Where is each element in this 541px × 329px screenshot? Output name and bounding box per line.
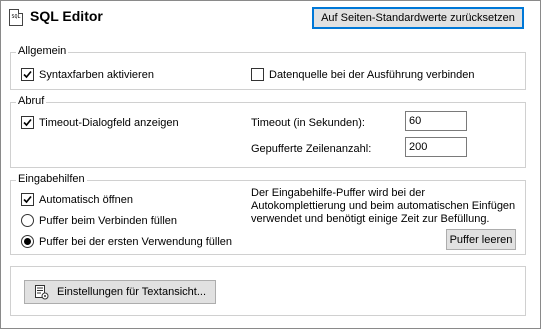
auto-open-checkbox[interactable]: [21, 193, 34, 206]
fill-on-first-use-label[interactable]: Puffer bei der ersten Verwendung füllen: [39, 236, 232, 248]
clear-buffer-button[interactable]: Puffer leeren: [446, 229, 516, 250]
timeout-dialog-checkbox[interactable]: [21, 116, 34, 129]
fill-on-connect-radio[interactable]: [21, 214, 34, 227]
text-view-settings-button[interactable]: Einstellungen für Textansicht...: [24, 280, 216, 304]
sql-file-icon: SQL: [9, 9, 23, 26]
general-group-label: Allgemein: [16, 45, 69, 57]
fill-on-first-use-radio[interactable]: [21, 235, 34, 248]
page-title: SQL Editor: [30, 8, 103, 24]
document-settings-icon: [35, 285, 49, 300]
syntax-colors-checkbox[interactable]: [21, 68, 34, 81]
checkmark-icon: [23, 118, 32, 127]
buffered-rows-input[interactable]: 200: [405, 137, 467, 157]
retrieval-group-label: Abruf: [16, 95, 47, 107]
buffer-description: Der Eingabehilfe-Puffer wird bei der Aut…: [251, 187, 516, 225]
buffered-rows-label: Gepufferte Zeilenanzahl:: [251, 143, 372, 155]
reset-defaults-button[interactable]: Auf Seiten-Standardwerte zurücksetzen: [312, 7, 524, 29]
radio-selected-dot: [24, 238, 31, 245]
fill-on-connect-label[interactable]: Puffer beim Verbinden füllen: [39, 215, 177, 227]
checkmark-icon: [23, 195, 32, 204]
timeout-seconds-input[interactable]: 60: [405, 111, 467, 131]
connect-datasource-label[interactable]: Datenquelle bei der Ausführung verbinden: [269, 69, 474, 81]
entry-helpers-group-label: Eingabehilfen: [16, 173, 87, 185]
connect-datasource-checkbox[interactable]: [251, 68, 264, 81]
syntax-colors-label[interactable]: Syntaxfarben aktivieren: [39, 69, 154, 81]
timeout-seconds-label: Timeout (in Sekunden):: [251, 117, 365, 129]
text-view-settings-label: Einstellungen für Textansicht...: [57, 286, 206, 298]
auto-open-label[interactable]: Automatisch öffnen: [39, 194, 133, 206]
checkmark-icon: [23, 70, 32, 79]
timeout-dialog-label[interactable]: Timeout-Dialogfeld anzeigen: [39, 117, 179, 129]
